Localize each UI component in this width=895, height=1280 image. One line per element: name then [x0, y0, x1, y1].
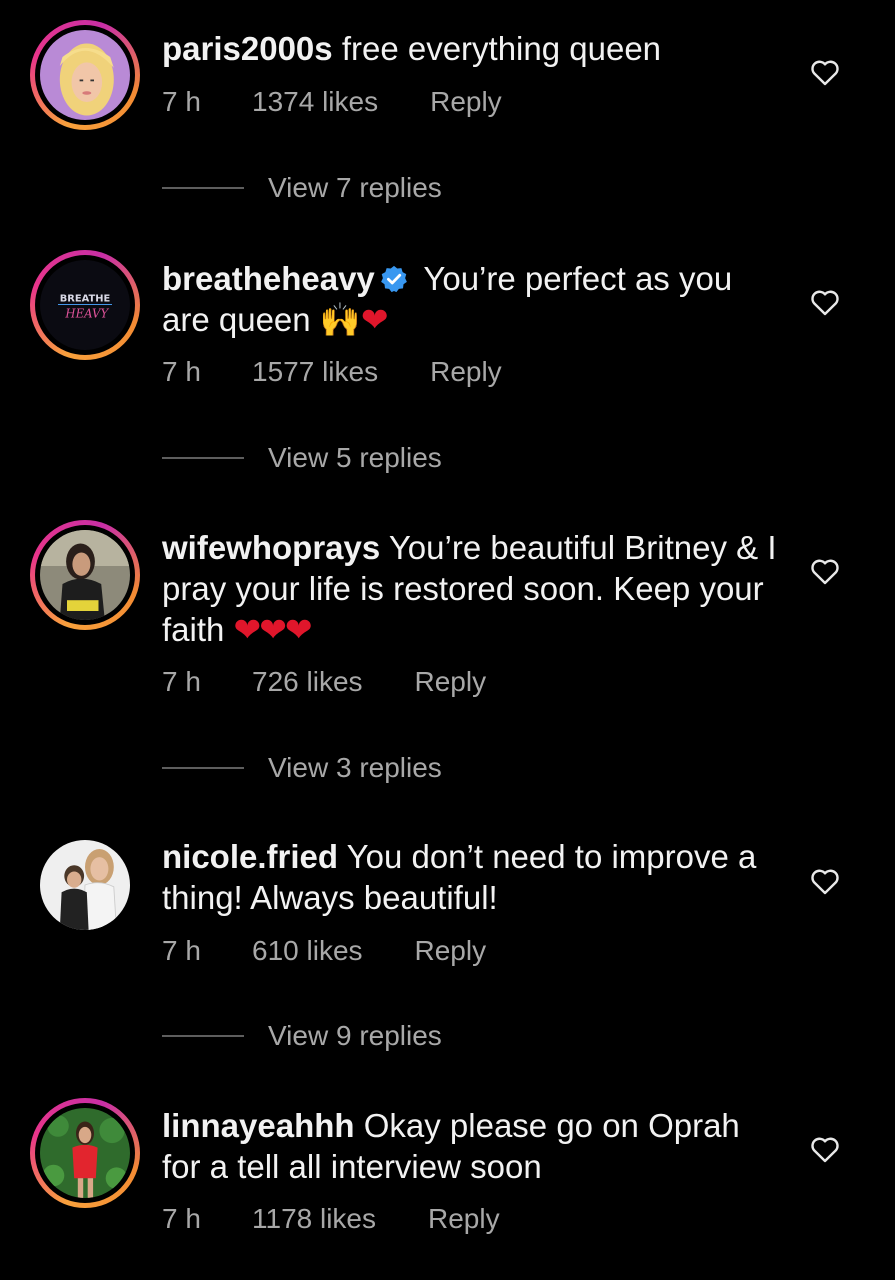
comment-time: 7 h	[162, 356, 201, 387]
like-count[interactable]: 1178 likes	[252, 1203, 376, 1235]
view-replies-label: View 5 replies	[268, 442, 442, 473]
username[interactable]: wifewhoprays	[162, 529, 380, 566]
comment-meta: 7 h 1178 likes Reply	[162, 1203, 500, 1235]
comment-meta: 7 h 1577 likes Reply	[162, 356, 502, 388]
username[interactable]: breatheheavy	[162, 260, 375, 297]
username[interactable]: linnayeahhh	[162, 1107, 355, 1144]
comment-body: free everything queen	[341, 30, 662, 67]
view-replies-button[interactable]: View 5 replies	[162, 442, 442, 474]
svg-text:HEAVY: HEAVY	[64, 307, 109, 321]
avatar[interactable]	[30, 1098, 140, 1208]
avatar-photo	[40, 30, 130, 120]
reply-button[interactable]: Reply	[415, 935, 487, 967]
reply-button[interactable]: Reply	[415, 666, 487, 698]
view-replies-label: View 3 replies	[268, 752, 442, 783]
reply-button[interactable]: Reply	[428, 1203, 500, 1235]
like-count[interactable]: 1374 likes	[252, 86, 378, 118]
avatar-photo	[40, 530, 130, 620]
comment-text: wifewhoprays You’re beautiful Britney & …	[162, 527, 782, 650]
view-replies-button[interactable]: View 3 replies	[162, 752, 442, 784]
view-replies-button[interactable]: View 7 replies	[162, 172, 442, 204]
like-count[interactable]: 610 likes	[252, 935, 363, 967]
divider	[162, 1035, 244, 1037]
comment-time: 7 h	[162, 1203, 201, 1234]
view-replies-label: View 9 replies	[268, 1020, 442, 1051]
red-heart-emoji: ❤	[360, 301, 389, 338]
avatar[interactable]	[30, 830, 140, 940]
comment-meta: 7 h 726 likes Reply	[162, 666, 486, 698]
view-replies-button[interactable]: View 9 replies	[162, 1020, 442, 1052]
username[interactable]: nicole.fried	[162, 838, 338, 875]
verified-badge-icon	[379, 262, 409, 293]
view-replies-label: View 7 replies	[268, 172, 442, 203]
comment-time: 7 h	[162, 666, 201, 697]
heart-outline-icon[interactable]	[808, 285, 842, 319]
divider	[162, 767, 244, 769]
avatar[interactable]: BREATHE HEAVY	[30, 250, 140, 360]
avatar-photo	[40, 840, 130, 930]
username[interactable]: paris2000s	[162, 30, 333, 67]
comment-meta: 7 h 610 likes Reply	[162, 935, 486, 967]
comment-meta: 7 h 1374 likes Reply	[162, 86, 502, 118]
avatar[interactable]	[30, 20, 140, 130]
comment-time: 7 h	[162, 935, 201, 966]
comment-text: nicole.fried You don’t need to improve a…	[162, 836, 782, 918]
divider	[162, 457, 244, 459]
heart-outline-icon[interactable]	[808, 554, 842, 588]
raised-hands-emoji: 🙌	[319, 301, 361, 338]
red-heart-emoji: ❤❤❤	[233, 611, 313, 648]
reply-button[interactable]: Reply	[430, 356, 502, 388]
like-count[interactable]: 726 likes	[252, 666, 363, 698]
comment-text: breatheheavy You’re perfect as you are q…	[162, 258, 782, 340]
svg-text:BREATHE: BREATHE	[60, 293, 111, 304]
comment-text: linnayeahhh Okay please go on Oprah for …	[162, 1105, 782, 1187]
heart-outline-icon[interactable]	[808, 1132, 842, 1166]
reply-button[interactable]: Reply	[430, 86, 502, 118]
breatheheavy-logo: BREATHE HEAVY	[40, 260, 130, 350]
avatar[interactable]	[30, 520, 140, 630]
divider	[162, 187, 244, 189]
comment-text: paris2000s free everything queen	[162, 28, 782, 69]
comment-time: 7 h	[162, 86, 201, 117]
avatar-photo	[40, 1108, 130, 1198]
like-count[interactable]: 1577 likes	[252, 356, 378, 388]
heart-outline-icon[interactable]	[808, 864, 842, 898]
heart-outline-icon[interactable]	[808, 55, 842, 89]
